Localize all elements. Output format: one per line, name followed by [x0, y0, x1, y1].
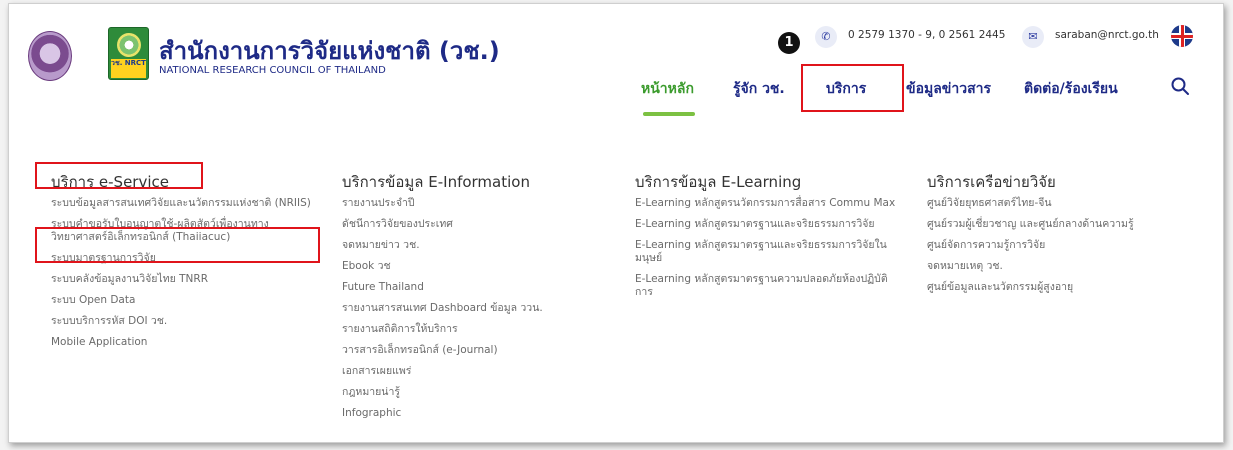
- menu-item[interactable]: ระบบคลังข้อมูลงานวิจัยไทย TNRR: [51, 273, 321, 286]
- menu-item[interactable]: E-Learning หลักสูตรมาตรฐานและจริยธรรมการ…: [635, 218, 905, 231]
- ministry-seal-logo[interactable]: [28, 31, 72, 81]
- org-name-english: NATIONAL RESEARCH COUNCIL OF THAILAND: [159, 65, 386, 76]
- menu-item[interactable]: Future Thailand: [342, 281, 612, 294]
- menu-item[interactable]: จดหมายข่าว วช.: [342, 239, 612, 252]
- menu-item[interactable]: Infographic: [342, 407, 612, 420]
- menu-item[interactable]: E-Learning หลักสูตรนวัตกรรมการสื่อสาร Co…: [635, 197, 905, 210]
- column-heading: บริการเครือข่ายวิจัย: [927, 173, 1056, 191]
- nav-contact[interactable]: ติดต่อ/ร้องเรียน: [1024, 78, 1118, 100]
- menu-item[interactable]: ระบบข้อมูลสารสนเทศวิจัยและนวัตกรรมแห่งชา…: [51, 197, 321, 210]
- nav-home[interactable]: หน้าหลัก: [641, 78, 694, 100]
- nav-about[interactable]: รู้จัก วช.: [733, 78, 785, 100]
- column-e-service: บริการ e-Service ระบบข้อมูลสารสนเทศวิจัย…: [51, 170, 321, 357]
- menu-item[interactable]: Ebook วช: [342, 260, 612, 273]
- menu-item[interactable]: ระบบ Open Data: [51, 294, 321, 307]
- menu-item[interactable]: E-Learning หลักสูตรมาตรฐานความปลอดภัยห้อ…: [635, 273, 905, 299]
- phone-number[interactable]: 0 2579 1370 - 9, 0 2561 2445: [848, 29, 1005, 41]
- column-research-network: บริการเครือข่ายวิจัย ศูนย์วิจัยยุทธศาสตร…: [927, 170, 1217, 302]
- column-e-information: บริการข้อมูล E-Information รายงานประจำปี…: [342, 170, 612, 428]
- menu-item[interactable]: กฎหมายน่ารู้: [342, 386, 612, 399]
- nav-active-underline: [643, 112, 695, 116]
- nav-news[interactable]: ข้อมูลข่าวสาร: [906, 78, 991, 100]
- menu-list: ศูนย์วิจัยยุทธศาสตร์ไทย-จีน ศูนย์รวมผู้เ…: [927, 197, 1217, 294]
- menu-item[interactable]: จดหมายเหตุ วช.: [927, 260, 1217, 273]
- menu-item[interactable]: รายงานประจำปี: [342, 197, 612, 210]
- menu-item[interactable]: ศูนย์วิจัยยุทธศาสตร์ไทย-จีน: [927, 197, 1217, 210]
- menu-item[interactable]: ศูนย์ข้อมูลและนวัตกรรมผู้สูงอายุ: [927, 281, 1217, 294]
- menu-item[interactable]: E-Learning หลักสูตรมาตรฐานและจริยธรรมการ…: [635, 239, 905, 265]
- menu-item[interactable]: วารสารอิเล็กทรอนิกส์ (e-Journal): [342, 344, 612, 357]
- highlight-thaiacuc-box: [35, 227, 320, 263]
- step-badge: 1: [778, 32, 800, 54]
- nrct-logo[interactable]: วช. NRCT: [108, 27, 149, 80]
- menu-item[interactable]: รายงานสถิติการให้บริการ: [342, 323, 612, 336]
- menu-item[interactable]: ศูนย์จัดการความรู้การวิจัย: [927, 239, 1217, 252]
- logo-text: วช. NRCT: [111, 59, 146, 78]
- phone-icon: ✆: [815, 26, 837, 48]
- menu-list: ระบบข้อมูลสารสนเทศวิจัยและนวัตกรรมแห่งชา…: [51, 197, 321, 349]
- menu-item[interactable]: Mobile Application: [51, 336, 321, 349]
- menu-list: รายงานประจำปี ดัชนีการวิจัยของประเทศ จดห…: [342, 197, 612, 420]
- column-heading: บริการข้อมูล E-Information: [342, 173, 530, 191]
- email-address[interactable]: saraban@nrct.go.th: [1055, 29, 1159, 41]
- menu-item[interactable]: เอกสารเผยแพร่: [342, 365, 612, 378]
- highlight-services-box: [801, 64, 904, 112]
- browser-frame: วช. NRCT สำนักงานการวิจัยแห่งชาติ (วช.) …: [8, 3, 1224, 443]
- menu-item[interactable]: รายงานสารสนเทศ Dashboard ข้อมูล ววน.: [342, 302, 612, 315]
- mail-icon: ✉: [1022, 26, 1044, 48]
- highlight-e-service-box: [35, 162, 203, 189]
- column-e-learning: บริการข้อมูล E-Learning E-Learning หลักส…: [635, 170, 905, 307]
- logo-emblem-icon: [117, 33, 141, 57]
- uk-flag-icon[interactable]: [1171, 25, 1193, 47]
- menu-item[interactable]: ดัชนีการวิจัยของประเทศ: [342, 218, 612, 231]
- menu-list: E-Learning หลักสูตรนวัตกรรมการสื่อสาร Co…: [635, 197, 905, 299]
- menu-item[interactable]: ระบบบริการรหัส DOI วช.: [51, 315, 321, 328]
- menu-item[interactable]: ศูนย์รวมผู้เชี่ยวชาญ และศูนย์กลางด้านควา…: [927, 218, 1217, 231]
- site-header: วช. NRCT สำนักงานการวิจัยแห่งชาติ (วช.) …: [9, 4, 1223, 144]
- search-icon[interactable]: [1170, 76, 1190, 96]
- column-heading: บริการข้อมูล E-Learning: [635, 173, 802, 191]
